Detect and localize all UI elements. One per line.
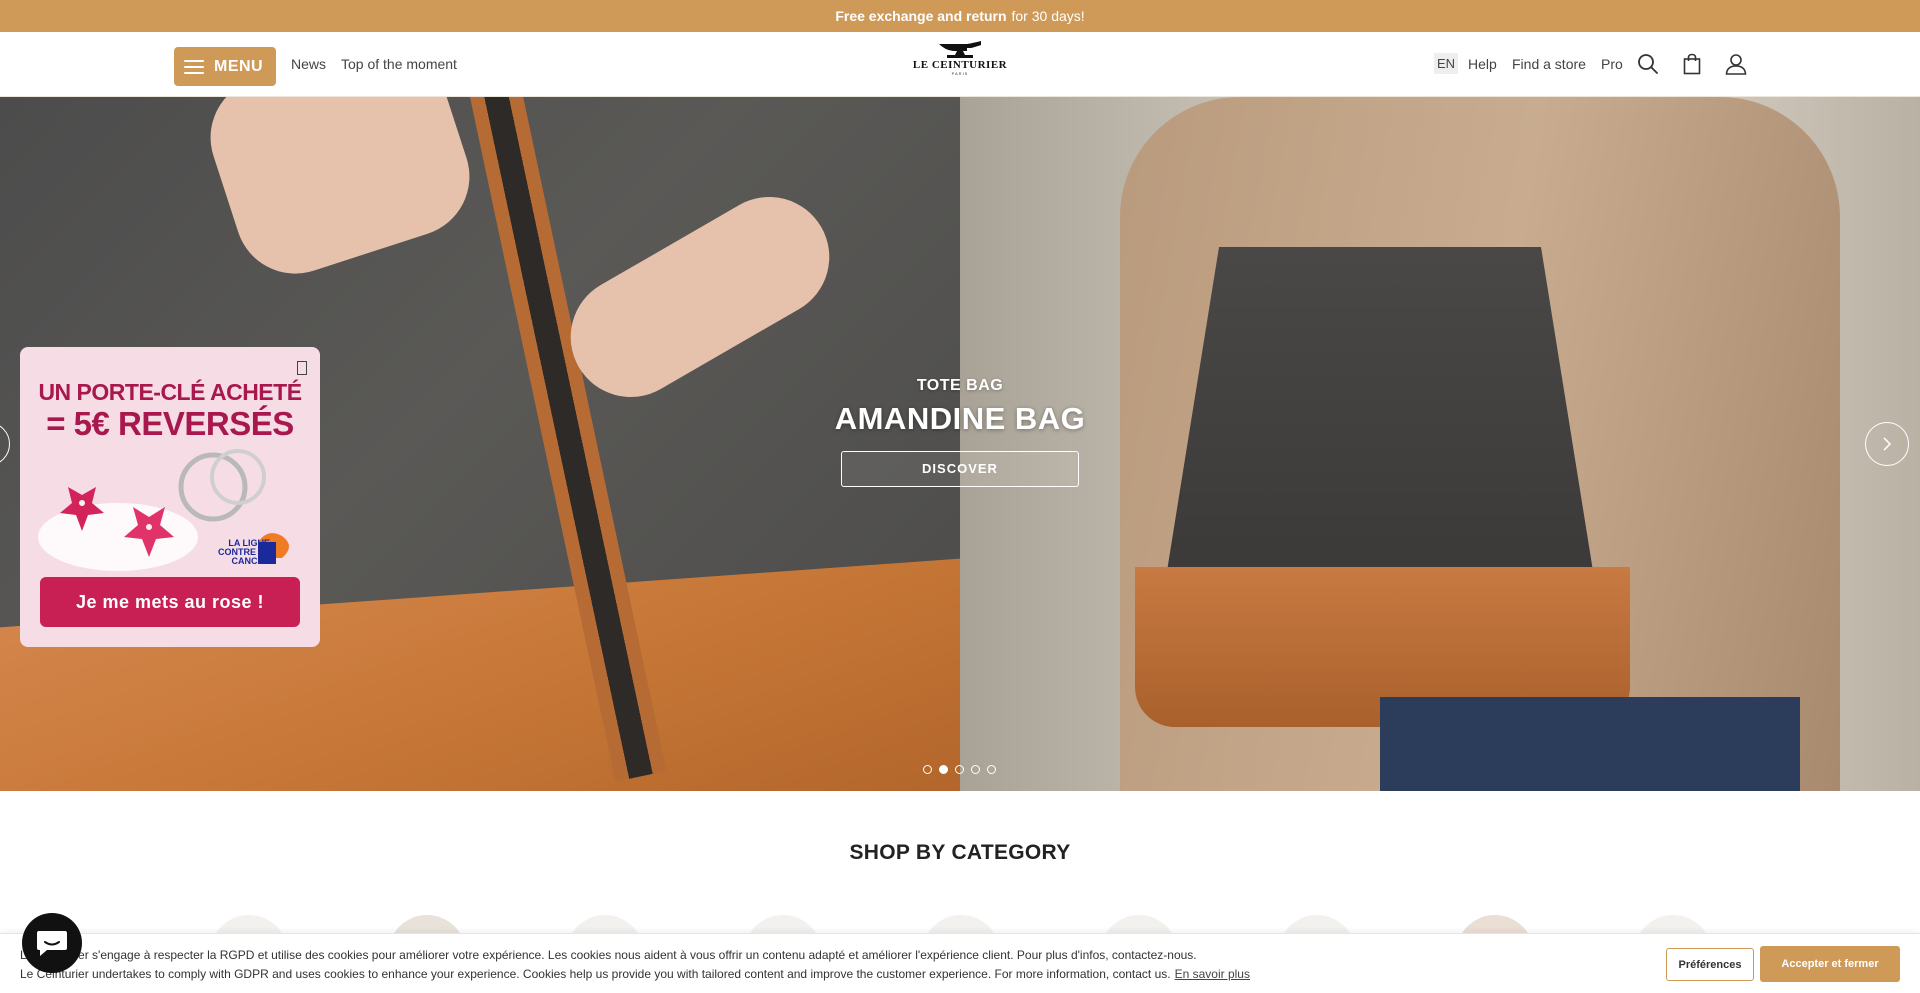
chat-button[interactable]	[22, 913, 82, 973]
discover-button[interactable]: DISCOVER	[841, 451, 1079, 487]
promo-cta-button[interactable]: Je me mets au rose !	[40, 577, 300, 627]
account-icon[interactable]	[1723, 51, 1749, 77]
logo-subtitle: PARIS	[951, 71, 969, 76]
promo-popup: UN PORTE-CLÉ ACHETÉ = 5€ REVERSÉS LA LIG…	[20, 347, 320, 647]
carousel-dot-active[interactable]	[939, 765, 948, 774]
carousel-dot[interactable]	[955, 765, 964, 774]
cookie-text: Le Ceinturier s'engage à respecter la RG…	[20, 946, 1250, 984]
nav-link-top-of-the-moment[interactable]: Top of the moment	[341, 56, 457, 72]
cookie-text-fr: Le Ceinturier s'engage à respecter la RG…	[20, 948, 1197, 962]
carousel-next-button[interactable]	[1865, 422, 1909, 466]
logo-wordmark: LE CEINTURIER	[912, 59, 1008, 71]
preferences-button[interactable]: Préférences	[1666, 948, 1754, 981]
cookie-text-en: Le Ceinturier undertakes to comply with …	[20, 967, 1171, 981]
menu-label: MENU	[214, 57, 264, 75]
partner-logo-text: LA LIGUE CONTRE LE CANCER	[217, 538, 270, 566]
nav-link-find-a-store[interactable]: Find a store	[1512, 56, 1586, 72]
bag-icon[interactable]	[1679, 51, 1705, 77]
cookie-banner: Le Ceinturier s'engage à respecter la RG…	[0, 933, 1920, 993]
menu-button[interactable]: MENU	[174, 47, 276, 86]
nav-link-help[interactable]: Help	[1468, 56, 1497, 72]
accept-cookies-button[interactable]: Accepter et fermer	[1760, 946, 1900, 982]
announcement-bold: Free exchange and return	[835, 8, 1007, 24]
announcement-bar: Free exchange and return for 30 days!	[0, 0, 1920, 32]
learn-more-link[interactable]: En savoir plus	[1175, 967, 1250, 981]
chevron-right-icon	[1883, 437, 1892, 451]
hamburger-icon	[184, 59, 204, 74]
logo[interactable]: LE CEINTURIER PARIS	[913, 40, 1007, 90]
hero-title: AMANDINE BAG	[834, 401, 1086, 436]
hero-caption: TOTE BAG AMANDINE BAG DISCOVER	[760, 377, 1160, 487]
promo-subheadline: = 5€ REVERSÉS	[46, 405, 294, 442]
section-title: SHOP BY CATEGORY	[849, 841, 1071, 864]
search-icon[interactable]	[1635, 51, 1661, 77]
anvil-logo-icon	[939, 41, 981, 58]
nav-link-pro[interactable]: Pro	[1601, 56, 1623, 72]
hero-kicker: TOTE BAG	[916, 377, 1004, 394]
chat-bubble-icon	[37, 931, 67, 956]
announcement-text: for 30 days!	[1011, 8, 1085, 24]
site-header: MENU News Top of the moment LE CEINTURIE…	[0, 32, 1920, 97]
promo-headline: UN PORTE-CLÉ ACHETÉ	[38, 379, 302, 405]
carousel-dot[interactable]	[923, 765, 932, 774]
carousel-dot[interactable]	[987, 765, 996, 774]
nav-link-news[interactable]: News	[291, 56, 326, 72]
language-selector[interactable]: EN	[1434, 53, 1459, 74]
carousel-dots	[923, 765, 996, 774]
close-icon[interactable]	[297, 361, 307, 375]
carousel-dot[interactable]	[971, 765, 980, 774]
